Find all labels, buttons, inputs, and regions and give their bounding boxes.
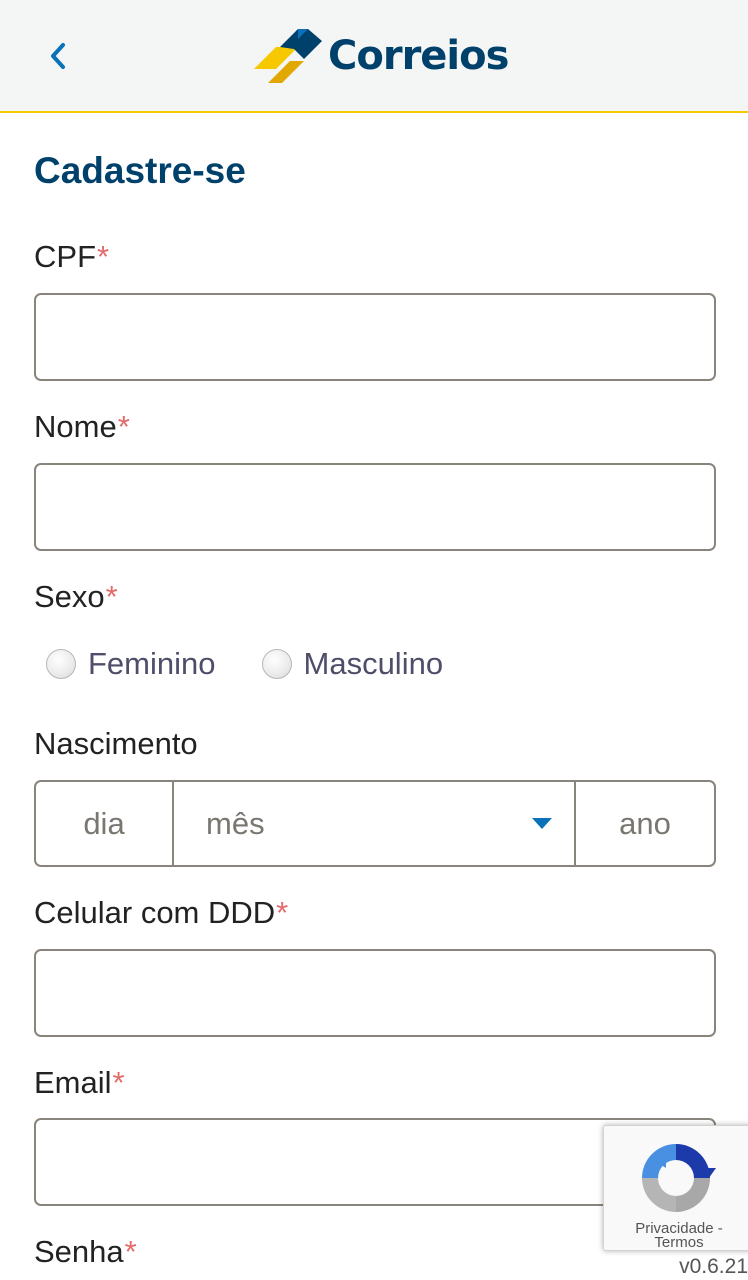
correios-logo: Correios <box>252 28 509 84</box>
sexo-label: Sexo* <box>34 577 118 617</box>
required-asterisk: * <box>105 579 118 614</box>
nome-label: Nome* <box>34 407 130 447</box>
logo-text: Correios <box>328 33 509 79</box>
year-placeholder: ano <box>619 805 671 841</box>
required-asterisk: * <box>276 895 289 930</box>
recaptcha-links: Privacidade - Termos <box>604 1220 748 1251</box>
birthdate-field-group: dia mês ano <box>34 780 716 867</box>
day-input[interactable]: dia <box>36 782 174 865</box>
radio-masculino-label[interactable]: Masculino <box>304 644 444 684</box>
radio-masculino[interactable]: Masculino <box>261 644 444 684</box>
radio-masculino-circle[interactable] <box>261 649 292 679</box>
terms-link[interactable]: Termos <box>654 1234 703 1251</box>
nome-input[interactable] <box>34 463 716 551</box>
required-asterisk: * <box>124 1234 137 1269</box>
radio-feminino-label[interactable]: Feminino <box>88 644 216 684</box>
cpf-label: CPF* <box>34 237 109 277</box>
sexo-label-text: Sexo <box>34 579 105 614</box>
links-separator: - <box>713 1220 723 1237</box>
radio-feminino[interactable]: Feminino <box>46 644 216 684</box>
nascimento-label: Nascimento <box>34 724 198 764</box>
app-header: Correios <box>0 0 748 113</box>
nome-label-text: Nome <box>34 409 117 444</box>
required-asterisk: * <box>97 239 110 274</box>
senha-label-text: Senha <box>34 1234 124 1269</box>
cpf-label-text: CPF <box>34 239 96 274</box>
email-label-text: Email <box>34 1065 112 1100</box>
month-select[interactable]: mês <box>174 782 576 865</box>
celular-input[interactable] <box>34 949 716 1037</box>
required-asterisk: * <box>117 409 130 444</box>
email-label: Email* <box>34 1063 125 1103</box>
radio-feminino-circle[interactable] <box>46 649 76 679</box>
senha-label: Senha* <box>34 1232 137 1272</box>
recaptcha-badge[interactable]: Privacidade - Termos <box>603 1125 748 1251</box>
sexo-radio-group: Feminino Masculino <box>46 644 489 684</box>
page-title: Cadastre-se <box>34 150 246 191</box>
required-asterisk: * <box>112 1065 125 1100</box>
year-input[interactable]: ano <box>576 782 714 865</box>
celular-label-text: Celular com DDD <box>34 895 276 930</box>
nascimento-label-text: Nascimento <box>34 726 198 761</box>
version-text: v0.6.21 <box>679 1255 748 1278</box>
back-button[interactable] <box>38 36 78 76</box>
chevron-left-icon <box>51 43 65 69</box>
day-placeholder: dia <box>83 805 125 841</box>
celular-label: Celular com DDD* <box>34 893 288 933</box>
caret-down-icon <box>532 818 552 829</box>
correios-logo-icon <box>254 29 322 83</box>
recaptcha-icon <box>642 1144 716 1212</box>
cpf-input[interactable] <box>34 293 716 381</box>
month-placeholder: mês <box>206 805 265 841</box>
